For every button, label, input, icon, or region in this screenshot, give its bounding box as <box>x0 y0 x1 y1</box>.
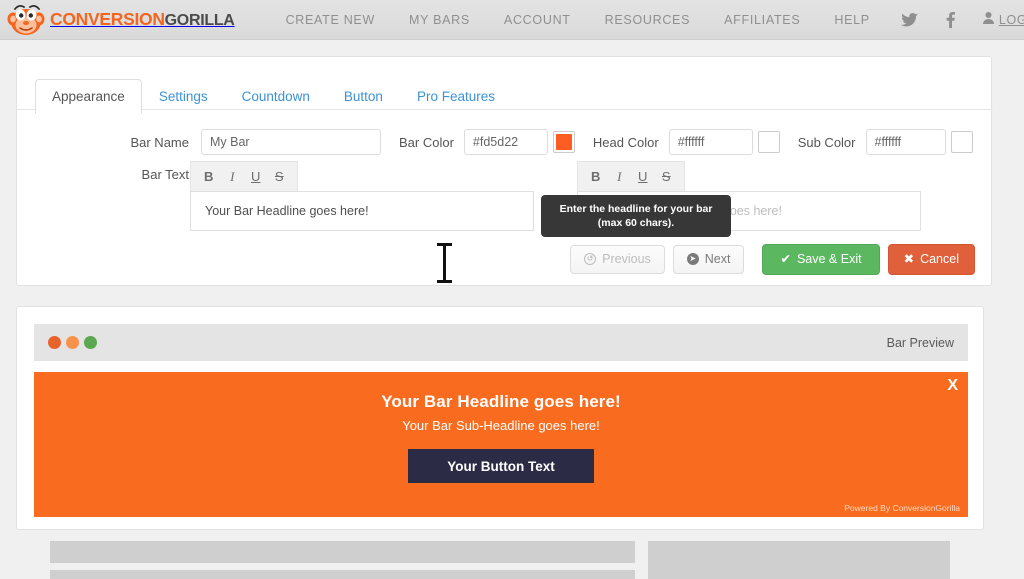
bar-close-icon[interactable]: X <box>947 378 958 394</box>
subheadline-rte-toolbar: B I U S <box>577 161 685 191</box>
strikethrough-icon[interactable]: S <box>268 165 292 189</box>
minimize-dot-icon[interactable] <box>66 336 79 349</box>
logo-word-conversion: CONVERSION <box>50 9 165 29</box>
save-and-exit-button[interactable]: ✔ Save & Exit <box>762 244 879 275</box>
bold-icon[interactable]: B <box>584 165 608 189</box>
bar-preview-panel: Bar Preview X Your Bar Headline goes her… <box>16 306 984 530</box>
head-color-swatch[interactable] <box>758 131 780 153</box>
head-color-label: Head Color <box>593 135 659 150</box>
head-color-input[interactable] <box>669 129 753 155</box>
nav-item-affiliates[interactable]: AFFILIATES <box>707 13 817 27</box>
tab-appearance[interactable]: Appearance <box>35 79 142 114</box>
nav-links: CREATE NEW MY BARS ACCOUNT RESOURCES AFF… <box>269 12 1024 28</box>
close-x-icon: ✖ <box>904 253 914 266</box>
facebook-icon[interactable] <box>932 12 969 28</box>
bar-cta-button[interactable]: Your Button Text <box>408 449 594 483</box>
arrow-circle-right-icon: ➤ <box>687 253 699 265</box>
sub-color-label: Sub Color <box>798 135 856 150</box>
twitter-icon[interactable] <box>887 13 932 27</box>
logout-button[interactable]: LOGOUT <box>969 12 1024 27</box>
cancel-button[interactable]: ✖ Cancel <box>888 244 975 275</box>
headline-rte-toolbar: B I U S <box>190 161 298 191</box>
preview-title: Bar Preview <box>887 336 954 350</box>
save-label: Save & Exit <box>797 253 862 266</box>
previous-button[interactable]: ↺ Previous <box>570 245 665 274</box>
strikethrough-icon[interactable]: S <box>655 165 679 189</box>
close-dot-icon[interactable] <box>48 336 61 349</box>
headline-input[interactable]: Your Bar Headline goes here! <box>190 191 534 231</box>
top-navigation-bar: CONVERSIONGORILLA CREATE NEW MY BARS ACC… <box>0 0 1024 40</box>
editor-action-buttons: ↺ Previous ➤ Next ✔ Save & Exit ✖ Cancel <box>570 244 975 275</box>
italic-icon[interactable]: I <box>221 165 245 189</box>
previous-label: Previous <box>602 253 651 266</box>
bar-editor-panel: Appearance Settings Countdown Button Pro… <box>16 56 992 286</box>
sub-color-input[interactable] <box>866 129 946 155</box>
bar-name-label: Bar Name <box>17 135 189 150</box>
next-button[interactable]: ➤ Next <box>673 245 745 274</box>
underline-icon[interactable]: U <box>244 165 268 189</box>
refresh-circle-icon: ↺ <box>584 253 596 265</box>
page-content-placeholder-left <box>50 541 635 563</box>
page-content-placeholder-right <box>648 541 950 579</box>
tab-settings[interactable]: Settings <box>142 79 225 114</box>
user-icon <box>983 12 994 27</box>
tab-pro-features[interactable]: Pro Features <box>400 79 512 114</box>
tab-button[interactable]: Button <box>327 79 400 114</box>
window-control-dots <box>48 336 97 349</box>
bar-headline-text: Your Bar Headline goes here! <box>34 372 968 412</box>
underline-icon[interactable]: U <box>631 165 655 189</box>
nav-item-create-new[interactable]: CREATE NEW <box>269 13 392 27</box>
tab-countdown[interactable]: Countdown <box>225 79 327 114</box>
nav-item-resources[interactable]: RESOURCES <box>588 13 707 27</box>
check-icon: ✔ <box>780 253 790 266</box>
page-content-placeholder-left-2 <box>50 570 635 579</box>
nav-item-help[interactable]: HELP <box>817 13 886 27</box>
bar-preview-render: X Your Bar Headline goes here! Your Bar … <box>34 372 968 517</box>
preview-browser-chrome: Bar Preview <box>34 324 968 361</box>
site-logo[interactable]: CONVERSIONGORILLA <box>6 0 235 40</box>
bar-subheadline-text: Your Bar Sub-Headline goes here! <box>34 412 968 433</box>
headline-editor: B I U S Your Bar Headline goes here! <box>190 161 534 231</box>
bar-color-label: Bar Color <box>399 135 454 150</box>
next-label: Next <box>705 253 731 266</box>
powered-by-label: Powered By ConversionGorilla <box>844 503 960 513</box>
bar-name-input[interactable] <box>201 129 381 155</box>
nav-item-my-bars[interactable]: MY BARS <box>392 13 487 27</box>
logo-wordmark: CONVERSIONGORILLA <box>50 11 235 29</box>
bar-color-swatch[interactable] <box>553 131 575 153</box>
gorilla-logo-icon <box>6 3 48 37</box>
cancel-label: Cancel <box>920 253 959 266</box>
bar-text-label: Bar Text <box>17 167 189 182</box>
italic-icon[interactable]: I <box>608 165 632 189</box>
editor-tabs: Appearance Settings Countdown Button Pro… <box>35 79 512 114</box>
logo-word-gorilla: GORILLA <box>165 12 235 29</box>
logout-label: LOGOUT <box>999 13 1024 27</box>
nav-item-account[interactable]: ACCOUNT <box>487 13 588 27</box>
text-cursor-icon <box>437 243 452 283</box>
bold-icon[interactable]: B <box>197 165 221 189</box>
maximize-dot-icon[interactable] <box>84 336 97 349</box>
headline-tooltip: Enter the headline for your bar (max 60 … <box>541 195 731 237</box>
sub-color-swatch[interactable] <box>951 131 973 153</box>
bar-color-input[interactable] <box>464 129 548 155</box>
